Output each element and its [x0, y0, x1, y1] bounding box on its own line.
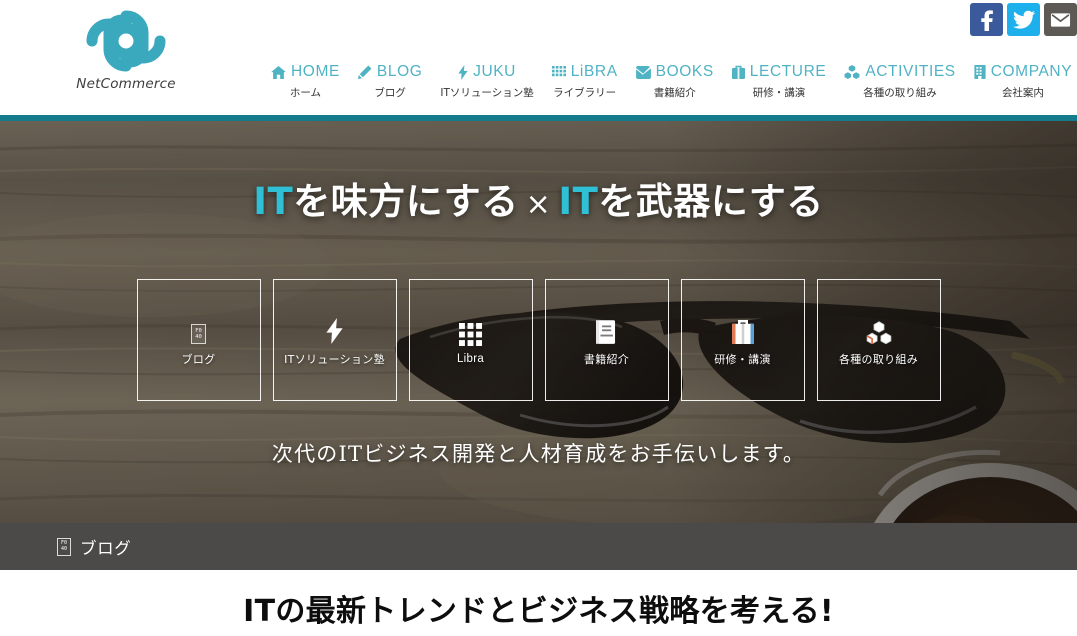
nav-item-books[interactable]: BOOKS 書籍紹介	[627, 63, 723, 100]
nav-label-ja: ライブラリー	[553, 87, 617, 99]
hero-box-icon-wrap	[459, 316, 482, 346]
article-header: ITの最新トレンドとビジネス戦略を考える!	[0, 570, 1077, 636]
nav-label-en: HOME	[291, 63, 340, 80]
grid-icon	[551, 65, 566, 76]
missing-glyph-box-icon: F0 40	[191, 323, 206, 344]
nav-label-ja: 会社案内	[1001, 87, 1044, 99]
hero-box-books[interactable]: 書籍紹介	[544, 279, 669, 401]
nav-item-juku[interactable]: JUKU ITソリューション塾	[431, 63, 542, 100]
twitter-link[interactable]	[1007, 3, 1040, 36]
logo-wordmark: NetCommerce	[76, 76, 176, 92]
hero-box-activities[interactable]: 各種の取り組み	[816, 279, 941, 401]
bolt-icon	[326, 317, 343, 344]
nav-label-ja: 各種の取り組み	[863, 87, 937, 99]
home-icon	[271, 65, 286, 79]
hero-headline-accent-1: IT	[253, 180, 294, 223]
cubes-icon	[844, 65, 860, 79]
nav-label-en: BOOKS	[655, 63, 714, 80]
nav-item-activities[interactable]: ACTIVITIES 各種の取り組み	[835, 63, 964, 100]
nav-label-ja: 書籍紹介	[653, 87, 696, 99]
hero-box-lecture[interactable]: 研修・講演	[680, 279, 805, 401]
hero-headline-rest-1: を味方にする	[293, 180, 519, 223]
nav-label-ja: ホーム	[289, 87, 322, 99]
facebook-link[interactable]	[970, 3, 1003, 36]
grid-icon	[459, 322, 482, 346]
nav-item-home[interactable]: HOME ホーム	[262, 63, 349, 100]
hero-box-blog[interactable]: F0 40 ブログ	[136, 279, 261, 401]
nav-item-company[interactable]: COMPANY 会社案内	[965, 63, 1077, 100]
briefcase-icon	[731, 319, 754, 344]
hero-box-label: 各種の取り組み	[838, 352, 919, 366]
nav-label-en: BLOG	[376, 63, 423, 80]
pencil-icon	[357, 65, 372, 79]
site-header: NetCommerce HOME ホーム BLOG ブログ JUKU ITソリュ…	[0, 0, 1077, 115]
nav-label-en: LECTURE	[749, 63, 827, 80]
nav-label-en: LiBRA	[570, 63, 618, 80]
hero-headline-separator: ×	[525, 187, 552, 222]
hero-box-label: Libra	[456, 352, 485, 365]
social-links	[970, 3, 1077, 36]
cubes-icon	[866, 320, 891, 344]
site-logo[interactable]: NetCommerce	[72, 4, 180, 104]
book-icon	[635, 65, 651, 79]
nav-label-en: COMPANY	[990, 63, 1073, 80]
missing-glyph-box-icon: F0 40	[57, 537, 71, 556]
hero-box-libra[interactable]: Libra	[408, 279, 533, 401]
hero-tagline: 次代のITビジネス開発と人材育成をお手伝いします。	[271, 442, 806, 466]
nav-label-en: ACTIVITIES	[865, 63, 956, 80]
section-bar-label: ブログ	[80, 538, 132, 558]
hero-box-label: ITソリューション塾	[284, 352, 385, 366]
hero-box-icon-wrap	[596, 314, 617, 344]
hero-box-icon-wrap: F0 40	[191, 314, 206, 344]
hero-banner: ITを味方にする × ITを武器にする F0 40 ブログ ITソリューション塾…	[0, 115, 1077, 523]
hero-box-juku[interactable]: ITソリューション塾	[272, 279, 397, 401]
nav-item-lecture[interactable]: LECTURE 研修・講演	[723, 63, 836, 100]
article-title: ITの最新トレンドとビジネス戦略を考える!	[243, 593, 834, 629]
briefcase-icon	[731, 65, 745, 79]
hero-headline-accent-2: IT	[558, 180, 599, 223]
nav-item-blog[interactable]: BLOG ブログ	[349, 63, 431, 100]
envelope-icon	[1050, 12, 1071, 27]
hero-box-label: 書籍紹介	[583, 352, 630, 366]
hero-shortcut-boxes: F0 40 ブログ ITソリューション塾 Libra 書籍紹介 研修・講演 各種…	[0, 279, 1077, 401]
hero-box-icon-wrap	[731, 314, 754, 344]
netcommerce-interlock-logo-icon	[86, 10, 166, 72]
hero-top-accent-bar	[0, 115, 1077, 121]
tofu-hex-bottom: 40	[195, 333, 202, 340]
section-bar-blog: F0 40 ブログ	[0, 523, 1077, 570]
twitter-bird-icon	[1012, 10, 1035, 29]
hero-headline: ITを味方にする × ITを武器にする	[0, 171, 1077, 225]
building-icon	[974, 65, 986, 79]
nav-label-ja: ITソリューション塾	[440, 87, 534, 99]
nav-item-libra[interactable]: LiBRA ライブラリー	[543, 63, 627, 100]
tofu-hex-bottom: 40	[60, 545, 68, 552]
nav-label-ja: ブログ	[374, 87, 406, 99]
nav-label-ja: 研修・講演	[752, 87, 806, 99]
hero-box-icon-wrap	[866, 314, 892, 344]
hero-box-icon-wrap	[326, 314, 343, 344]
main-navigation: HOME ホーム BLOG ブログ JUKU ITソリューション塾 LiBRA …	[262, 63, 1077, 100]
nav-label-en: JUKU	[473, 63, 516, 80]
hero-box-label: ブログ	[181, 352, 216, 366]
hero-headline-rest-2: を武器にする	[598, 180, 824, 223]
email-link[interactable]	[1044, 3, 1077, 36]
facebook-icon	[980, 9, 993, 31]
book-icon	[596, 319, 616, 344]
hero-box-label: 研修・講演	[714, 352, 771, 366]
bolt-icon	[458, 64, 468, 80]
